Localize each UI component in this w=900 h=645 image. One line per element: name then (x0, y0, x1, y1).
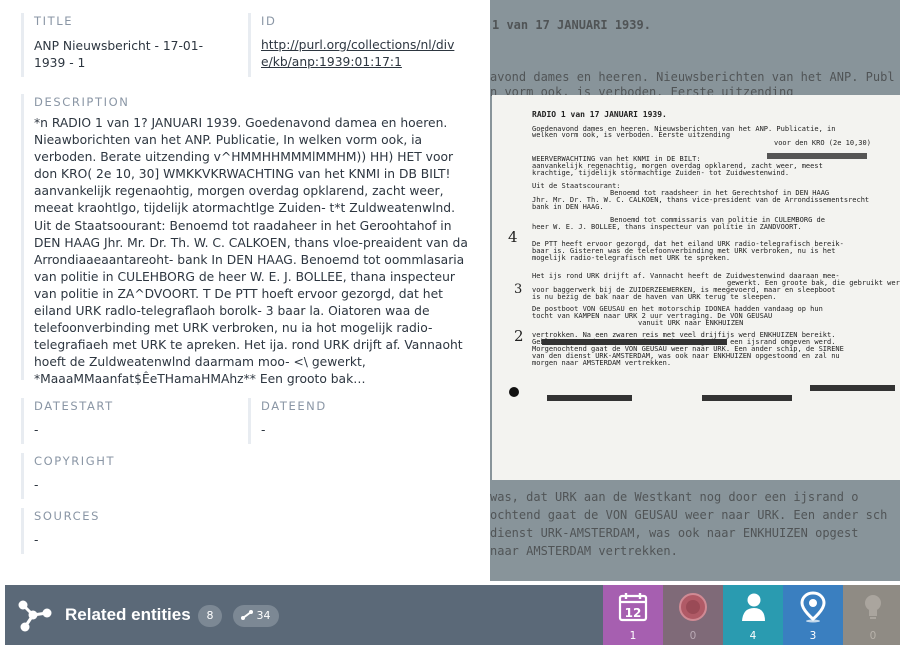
graph-network-icon (15, 597, 53, 633)
record-icon (677, 591, 709, 623)
title-value: ANP Nieuwsbericht - 17-01-1939 - 1 (34, 39, 204, 70)
scan-redaction-5 (702, 395, 792, 401)
scan-below-line: dienst URK-AMSTERDAM, was ook naar ENKHU… (490, 526, 859, 540)
id-label: ID (261, 14, 277, 28)
scan-below-line: was, dat URK aan de Westkant nog door ee… (490, 490, 859, 504)
id-link[interactable]: http://purl.org/collections/nl/dive/kb/a… (261, 38, 454, 69)
scan-redaction-2 (542, 339, 727, 345)
sources-value: - (34, 533, 39, 547)
scan-line: Uit de Staatscourant: (532, 182, 621, 190)
datestart-value: - (34, 423, 39, 437)
title-field: TITLE ANP Nieuwsbericht - 17-01-1939 - 1 (21, 13, 231, 77)
dateend-value: - (261, 423, 266, 437)
scan-line: voor den KRO (2e 10,30) (774, 139, 871, 147)
entity-count-badge: 8 (198, 605, 222, 627)
sources-label: SOURCES (34, 509, 100, 523)
scan-line: heer W. E. J. BOLLEE, thans inspecteur v… (532, 223, 802, 231)
metadata-panel: TITLE ANP Nieuwsbericht - 17-01-1939 - 1… (0, 0, 490, 583)
link-icon (241, 606, 253, 620)
related-entities-title: Related entities (65, 605, 191, 624)
tile-concept[interactable]: 0 (843, 585, 900, 645)
tile-person-count: 4 (749, 630, 757, 642)
scan-line: bank in DEN HAAG. (532, 203, 604, 211)
description-value: *n RADIO 1 van 1? JANUARI 1939. Goedenav… (34, 116, 468, 387)
sources-field: SOURCES - (21, 508, 231, 554)
copyright-value: - (34, 478, 39, 492)
scan-line: vanuit URK naar ENKHUIZEN (638, 319, 744, 327)
tile-place[interactable]: 3 (783, 585, 843, 645)
document-scan[interactable]: 1 van 17 JANUARI 1939. avond dames en he… (490, 0, 900, 581)
calendar-icon: 12 (617, 591, 649, 623)
scan-header: RADIO 1 van 17 JANUARI 1939. (532, 110, 667, 119)
scan-line: morgen naar AMSTERDAM vertrekken. (532, 359, 672, 367)
datestart-label: DATESTART (34, 399, 114, 413)
scan-margin-mark-1: 4 (508, 228, 518, 246)
tile-calendar-count: 1 (629, 630, 637, 642)
copyright-label: COPYRIGHT (34, 454, 116, 468)
scan-below-line: ochtend gaat de VON GEUSAU weer naar URK… (490, 508, 888, 522)
description-label: DESCRIPTION (34, 95, 130, 109)
lightbulb-icon (857, 591, 889, 623)
scan-line: welken vorm ook, is verboden. Eerste uit… (532, 131, 731, 139)
tile-place-count: 3 (809, 630, 817, 642)
related-entities-bar: Related entities 8 34 12 1 0 4 3 0 (5, 585, 900, 645)
link-count: 34 (256, 609, 271, 622)
title-label: TITLE (34, 14, 74, 28)
dateend-label: DATEEND (261, 399, 327, 413)
copyright-field: COPYRIGHT - (21, 453, 231, 499)
scan-top-line: 1 van 17 JANUARI 1939. (492, 18, 651, 32)
scan-redaction-3 (810, 385, 895, 391)
datestart-field: DATESTART - (21, 398, 231, 444)
map-pin-icon (797, 591, 829, 623)
scan-redaction-1 (767, 153, 867, 159)
scan-line: krachtige, tijdelijk stormachtige Zuiden… (532, 169, 790, 177)
scan-page: RADIO 1 van 17 JANUARI 1939. Goedenavond… (492, 95, 900, 480)
scan-line: mogelijk radio-telegrafisch met URK te s… (532, 254, 731, 262)
tile-event-count: 0 (689, 630, 697, 642)
scan-above-line: avond dames en heeren. Nieuwsberichten v… (490, 70, 895, 84)
link-count-badge: 34 (233, 605, 279, 627)
tile-person[interactable]: 4 (723, 585, 783, 645)
scan-line: is nu bezig de bak naar de haven van URK… (532, 293, 777, 301)
person-icon (737, 591, 769, 623)
scan-below-line: naar AMSTERDAM vertrekken. (490, 544, 678, 558)
scan-redaction-4 (547, 395, 632, 401)
tile-concept-count: 0 (869, 630, 877, 642)
dateend-field: DATEEND - (248, 398, 478, 444)
svg-text:12: 12 (625, 606, 642, 620)
scan-margin-mark-3: 2 (514, 327, 524, 345)
tile-event[interactable]: 0 (663, 585, 723, 645)
tile-calendar[interactable]: 12 1 (603, 585, 663, 645)
scan-bullet (509, 387, 519, 397)
id-field: ID http://purl.org/collections/nl/dive/k… (248, 13, 478, 77)
description-field: DESCRIPTION *n RADIO 1 van 1? JANUARI 19… (21, 94, 481, 386)
scan-margin-mark-2: 3 (514, 282, 523, 297)
